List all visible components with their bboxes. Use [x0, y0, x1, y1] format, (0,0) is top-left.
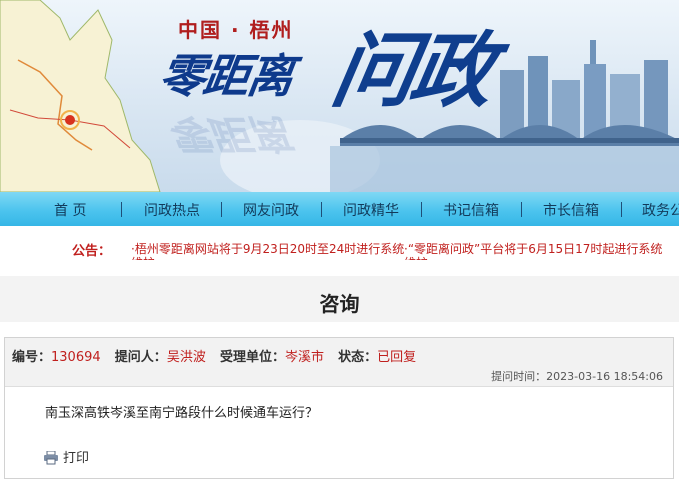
handling-unit: 岑溪市 [284, 350, 324, 365]
notice-item[interactable]: ·“零距离问政”平台将于6月15日17时起进行系统 [404, 240, 662, 257]
asker-name: 吴洪波 [166, 350, 206, 365]
nav-separator [321, 202, 322, 217]
banner-title-part2: 问政 [325, 24, 498, 119]
time-label: 提问时间： [491, 370, 547, 383]
banner-title-part1: 零距离 [155, 49, 296, 103]
unit-label: 受理单位： [219, 350, 285, 365]
print-button[interactable]: 打印 [43, 447, 89, 466]
status-label: 状态： [338, 350, 378, 365]
consult-number: 130694 [51, 350, 101, 365]
asker-label: 提问人： [114, 350, 167, 365]
header-banner: 中国 · 梧州 零距离 问政 零距离 [0, 0, 679, 192]
consult-detail-box: 编号：130694 提问人：吴洪波 受理单位：岑溪市 状态：已回复 提问时间：2… [4, 337, 674, 479]
main-nav: 首 页 问政热点 网友问政 问政精华 书记信箱 市长信箱 政务公 [0, 192, 679, 226]
page-heading-bar: 咨询 [0, 276, 679, 322]
consult-meta-line: 编号：130694 提问人：吴洪波 受理单位：岑溪市 状态：已回复 [12, 346, 426, 365]
nav-separator [121, 202, 122, 217]
banner-subtitle: 中国 · 梧州 [178, 18, 294, 42]
consult-meta: 编号：130694 提问人：吴洪波 受理单位：岑溪市 状态：已回复 提问时间：2… [5, 338, 673, 387]
nav-government-affairs[interactable]: 政务公 [642, 200, 679, 220]
notice-item-wrap[interactable]: 维护 [131, 254, 155, 260]
notice-item-wrap[interactable]: 维护 [404, 254, 428, 260]
question-text: 南玉深高铁岑溪至南宁路段什么时候通车运行？ [45, 406, 319, 421]
question-time: 提问时间：2023-03-16 18:54:06 [491, 368, 663, 384]
time-value: 2023-03-16 18:54:06 [546, 370, 663, 383]
notice-item[interactable]: ·梧州零距离网站将于9月23日20时至24时进行系统 [131, 240, 404, 257]
nav-separator [621, 202, 622, 217]
nav-hot-topics[interactable]: 问政热点 [144, 200, 200, 220]
notice-bar: 公告： ·梧州零距离网站将于9月23日20时至24时进行系统 维护 ·“零距离问… [0, 226, 679, 260]
nav-netizen-questions[interactable]: 网友问政 [243, 200, 299, 220]
banner-title-reflection: 零距离 [164, 110, 291, 156]
notice-label: 公告： [72, 244, 112, 259]
page-title: 咨询 [319, 292, 360, 316]
nav-separator [421, 202, 422, 217]
nav-secretary-mailbox[interactable]: 书记信箱 [443, 200, 499, 220]
status-badge: 已回复 [377, 350, 417, 365]
nav-home[interactable]: 首 页 [54, 200, 86, 220]
nav-separator [221, 202, 222, 217]
number-label: 编号： [12, 350, 52, 365]
print-label: 打印 [63, 451, 90, 466]
printer-icon [44, 450, 58, 465]
nav-mayor-mailbox[interactable]: 市长信箱 [543, 200, 599, 220]
nav-separator [521, 202, 522, 217]
nav-highlights[interactable]: 问政精华 [343, 200, 399, 220]
